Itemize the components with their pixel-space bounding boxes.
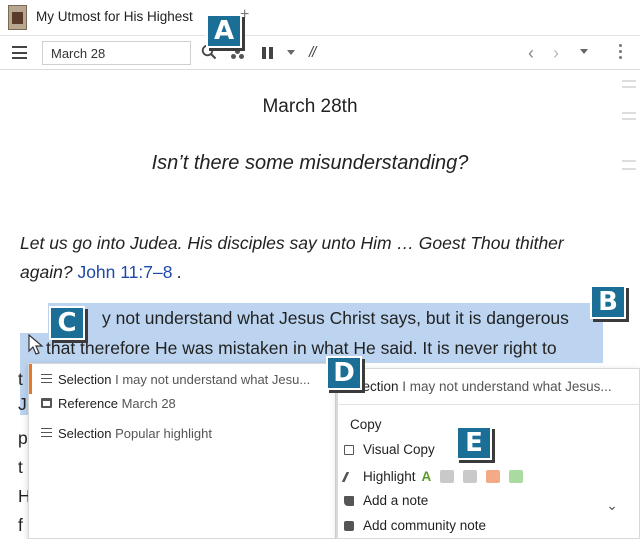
dots-icon[interactable] [231,49,245,59]
copy-menu-item[interactable]: Copy [350,417,382,432]
more-vertical-icon[interactable] [619,44,623,62]
back-button[interactable]: ‹ [528,43,534,64]
selected-text-1: y not understand what Jesus Christ says,… [102,308,569,328]
add-community-note-menu-item[interactable]: Add community note [344,518,486,533]
tab-bar: My Utmost for His Highest + [0,0,640,36]
lines-icon [41,428,52,437]
chevron-down-icon[interactable]: ⌄ [606,497,618,514]
visual-copy-icon [344,445,354,455]
active-row-accent [29,364,32,394]
document-heading: Isn’t there some misunderstanding? [151,152,469,174]
line-start-letter: f [18,515,23,535]
cursor-icon [28,334,44,355]
highlight-style-letter[interactable]: A [422,469,432,484]
forward-button[interactable]: › [553,43,559,64]
callout-badge-e: E [456,426,492,460]
note-icon [344,496,354,506]
callout-badge-c: C [49,306,85,340]
add-note-menu-item[interactable]: Add a note [344,493,428,508]
chevron-down-icon[interactable] [287,50,295,55]
tab-title[interactable]: My Utmost for His Highest [36,9,193,24]
selection-context-list: Selection I may not understand what Jesu… [28,363,336,539]
quote-end: . [172,262,183,282]
highlight-swatch-gray[interactable] [440,470,455,483]
callout-badge-a: A [206,14,242,48]
line-start-letter: t [18,369,23,389]
scripture-quote: Let us go into Judea. His disciples say … [20,229,620,287]
selected-text-line-1[interactable]: y not understand what Jesus Christ says,… [48,303,603,333]
reference-row[interactable]: Reference March 28 [41,396,176,411]
menu-header: election I may not understand what Jesus… [352,379,612,394]
line-start-letter: J [18,394,27,414]
highlight-swatch-orange[interactable] [486,470,501,483]
pencil-icon [341,472,357,482]
visual-copy-menu-item[interactable]: Visual Copy [344,442,435,457]
highlight-menu-item[interactable]: Highlight A [341,469,524,484]
menu-divider [338,404,640,405]
verse-reference-link[interactable]: John 11:7–8 [77,262,172,282]
community-note-icon [344,521,354,531]
history-dropdown-icon[interactable] [580,49,588,54]
highlight-swatch-gray-2[interactable] [463,470,478,483]
callout-badge-b: B [590,285,626,319]
selection-row[interactable]: Selection I may not understand what Jesu… [41,372,310,387]
selected-text-2: that therefore He was mistaken in what H… [46,338,557,358]
line-start-letter: p [18,428,28,448]
book-thumbnail-icon [8,5,27,30]
calendar-icon [41,398,52,408]
reference-input[interactable] [42,41,191,65]
line-start-letter: t [18,457,23,477]
popular-highlight-row[interactable]: Selection Popular highlight [41,426,212,441]
selected-text-line-2[interactable]: that therefore He was mistaken in what H… [20,333,603,363]
highlight-swatch-green[interactable] [509,470,524,483]
callout-badge-d: D [326,356,362,390]
parallel-resources-button[interactable]: // [309,44,316,61]
document-date: March 28th [262,96,358,117]
pause-icon[interactable] [262,47,274,59]
hamburger-menu-icon[interactable] [12,46,27,59]
lines-icon [41,374,52,383]
toolbar: // ‹ › [0,36,640,70]
